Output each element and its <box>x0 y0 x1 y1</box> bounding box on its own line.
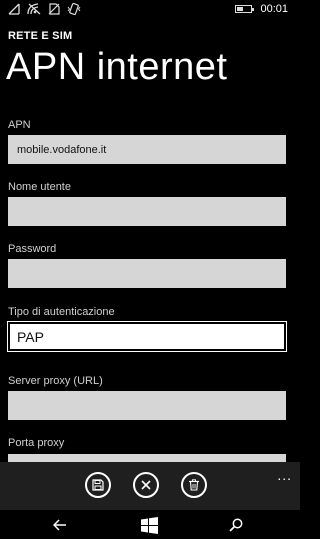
app-bar: ... <box>0 462 300 510</box>
password-label: Password <box>8 243 57 255</box>
back-button[interactable] <box>51 516 69 534</box>
page-title: APN internet <box>6 46 228 88</box>
auth-type-label: Tipo di autenticazione <box>8 306 115 318</box>
clock: 00:01 <box>260 3 288 15</box>
back-icon <box>53 519 66 531</box>
save-icon <box>92 479 104 491</box>
cancel-icon <box>141 480 151 490</box>
battery-icon <box>235 5 255 13</box>
search-button[interactable] <box>227 516 245 534</box>
sim-off-icon <box>48 3 60 15</box>
signal-none-icon <box>8 3 20 15</box>
apn-input[interactable] <box>8 135 286 164</box>
auth-type-input[interactable] <box>7 321 287 352</box>
username-label: Nome utente <box>8 181 71 193</box>
more-options-button[interactable]: ... <box>277 468 292 482</box>
windows-start-icon <box>140 516 158 534</box>
proxy-server-label: Server proxy (URL) <box>8 375 103 387</box>
nav-bar <box>0 510 300 539</box>
delete-button[interactable] <box>181 472 207 498</box>
save-button[interactable] <box>85 472 111 498</box>
cancel-button[interactable] <box>133 472 159 498</box>
status-bar: 00:01 <box>0 0 300 20</box>
wifi-icon <box>27 3 41 15</box>
proxy-port-label: Porta proxy <box>8 437 65 449</box>
search-icon <box>229 518 243 532</box>
status-right: 00:01 <box>235 3 288 15</box>
proxy-server-input[interactable] <box>8 391 286 420</box>
username-input[interactable] <box>8 197 286 226</box>
apn-label: APN <box>8 119 31 131</box>
delete-icon <box>189 479 199 491</box>
password-input[interactable] <box>8 259 286 288</box>
start-button[interactable] <box>140 516 158 534</box>
status-icons <box>8 3 81 15</box>
vibrate-icon <box>67 3 81 15</box>
section-label: RETE E SIM <box>8 30 73 42</box>
